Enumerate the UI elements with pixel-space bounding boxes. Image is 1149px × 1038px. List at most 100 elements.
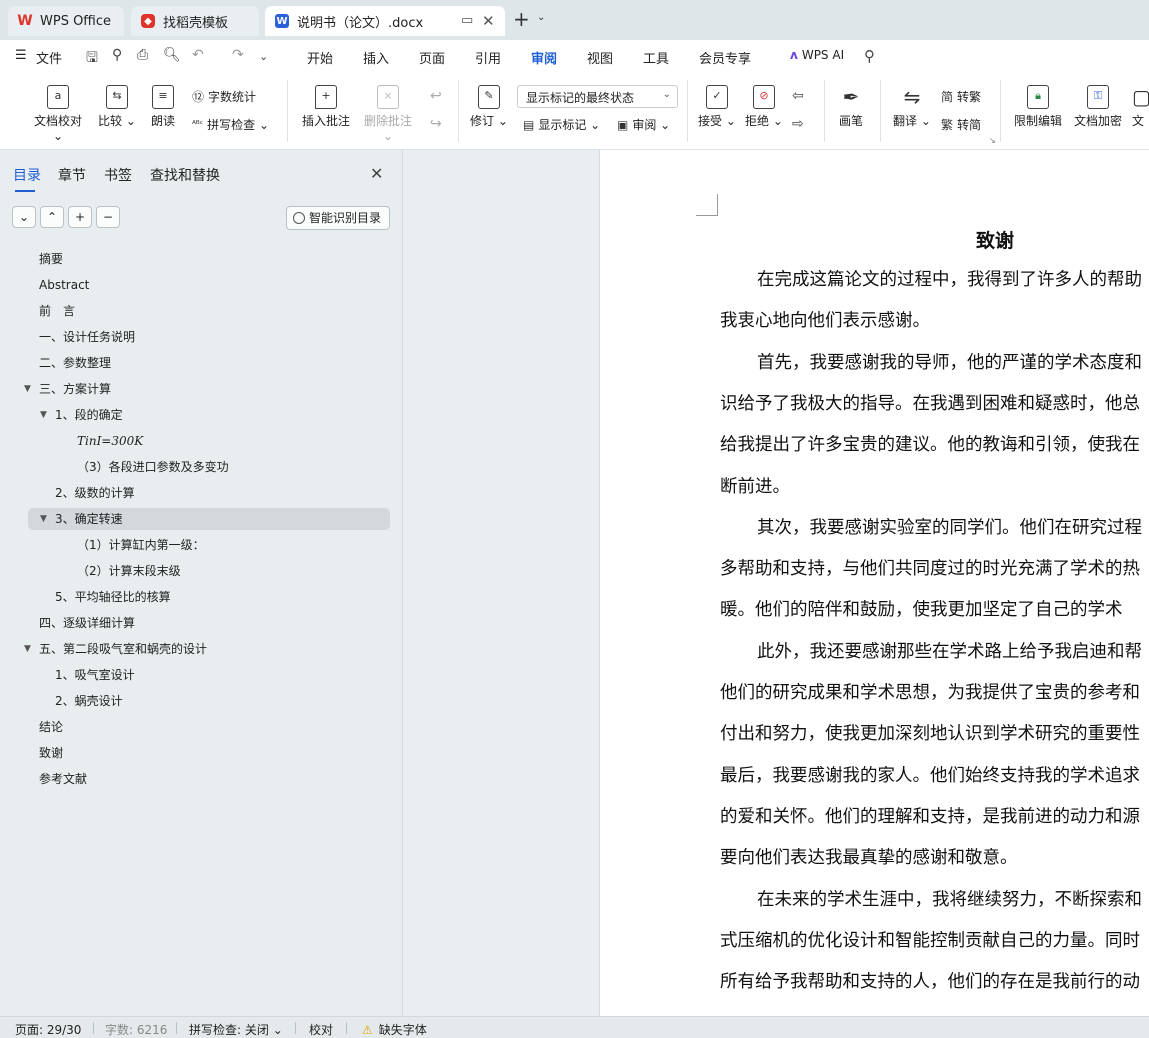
menu-home[interactable]: 开始	[307, 48, 333, 67]
nav-tab-toc[interactable]: 目录	[13, 165, 41, 192]
compare-button[interactable]: ⇆ 比较 ⌄	[98, 82, 136, 129]
word-count-button[interactable]: ⑫ 字数统计	[192, 88, 256, 105]
nav-tab-sections[interactable]: 章节	[58, 165, 86, 185]
read-aloud-button[interactable]: ≡ 朗读	[147, 82, 179, 129]
doc-proof-button[interactable]: a 文档校对 ⌄	[28, 82, 88, 143]
smart-toc-label: 智能识别目录	[309, 211, 382, 225]
reject-button[interactable]: ⊘ 拒绝 ⌄	[745, 82, 783, 129]
toc-item[interactable]: ▼ 三、方案计算	[0, 378, 403, 400]
smart-toc-button[interactable]: 智能识别目录	[286, 206, 390, 230]
expand-arrow-icon[interactable]: ▼	[40, 404, 47, 426]
pen-button[interactable]: ✒ 画笔	[836, 82, 866, 129]
menu-tools[interactable]: 工具	[643, 48, 669, 67]
word-doc-icon: W	[275, 14, 289, 28]
toc-item[interactable]: ▼ 3、确定转速	[28, 508, 390, 530]
spell-check-status[interactable]: 拼写检查: 关闭 ⌄	[189, 1021, 283, 1038]
toc-item[interactable]: 前 言	[0, 300, 403, 322]
toc-item-label: 5、平均轴径比的核算	[55, 590, 171, 604]
float-window-icon[interactable]: ▭	[461, 13, 473, 28]
translate-button[interactable]: ⇋ 翻译 ⌄	[893, 82, 931, 129]
toc-item[interactable]: 2、级数的计算	[0, 482, 403, 504]
add-heading-button[interactable]: +	[68, 206, 92, 228]
word-count-status[interactable]: 字数: 6216	[105, 1021, 167, 1038]
spell-check-button[interactable]: ᴬᴮᶜ 拼写检查 ⌄	[192, 116, 269, 133]
hamburger-icon[interactable]: ☰	[15, 48, 27, 63]
expand-arrow-icon[interactable]: ▼	[24, 378, 31, 400]
toc-item[interactable]: 参考文献	[0, 768, 403, 790]
document-page[interactable]: 致谢 在完成这篇论文的过程中，我得到了许多人的帮助 我衷心地向他们表示感谢。 首先，…	[599, 150, 1149, 1016]
menu-view[interactable]: 视图	[587, 48, 613, 67]
tab-template[interactable]: ◆ 找稻壳模板	[131, 6, 259, 36]
toc-item[interactable]: 一、设计任务说明	[0, 326, 403, 348]
previous-change-icon[interactable]: ⇦	[792, 88, 804, 104]
previous-comment-icon[interactable]: ↩	[430, 88, 442, 104]
collapse-up-button[interactable]: ⌃	[40, 206, 64, 228]
toc-item[interactable]: 2、蜗壳设计	[0, 690, 403, 712]
warning-icon: ⚠	[362, 1023, 373, 1037]
review-pane-button[interactable]: ▣ 审阅 ⌄	[617, 116, 670, 133]
close-tab-icon[interactable]: ✕	[482, 12, 495, 30]
toc-item[interactable]: Abstract	[0, 274, 403, 296]
chevron-down-icon[interactable]: ⌄	[259, 50, 268, 63]
toc-item[interactable]: 二、参数整理	[0, 352, 403, 374]
toc-item[interactable]: 摘要	[0, 248, 403, 270]
to-simplified-button[interactable]: 繁 转简	[941, 116, 981, 133]
show-markup-button[interactable]: ▤ 显示标记 ⌄	[523, 116, 600, 133]
wps-ai-button[interactable]: ᴧ WPS AI	[790, 48, 844, 62]
toc-item[interactable]: 5、平均轴径比的核算	[0, 586, 403, 608]
menu-membership[interactable]: 会员专享	[699, 48, 751, 67]
expand-arrow-icon[interactable]: ▼	[40, 508, 47, 530]
accept-button[interactable]: ✓ 接受 ⌄	[698, 82, 736, 129]
proof-status[interactable]: 校对	[309, 1021, 333, 1038]
nav-tab-bookmarks[interactable]: 书签	[104, 165, 132, 185]
more-button[interactable]: ▢ 文	[1132, 82, 1149, 129]
track-changes-button[interactable]: ✎ 修订 ⌄	[470, 82, 508, 129]
close-icon[interactable]: ✕	[370, 164, 383, 183]
tab-wps-office[interactable]: W WPS Office	[8, 6, 124, 36]
chevron-down-icon: ⌄	[272, 1023, 283, 1037]
print-icon[interactable]: ⎙	[137, 47, 148, 63]
menu-file[interactable]: 文件	[36, 48, 62, 67]
new-tab-icon[interactable]: +	[513, 9, 530, 29]
redo-icon[interactable]: ↷	[232, 47, 244, 63]
toc-item-label: 三、方案计算	[39, 382, 112, 396]
next-change-icon[interactable]: ⇨	[792, 116, 804, 132]
toc-item[interactable]: 结论	[0, 716, 403, 738]
menu-references[interactable]: 引用	[475, 48, 501, 67]
toc-item[interactable]: （1）计算缸内第一级：	[0, 534, 403, 556]
page-indicator[interactable]: 页面: 29/30	[15, 1021, 81, 1038]
nav-tab-find-replace[interactable]: 查找和替换	[150, 165, 220, 185]
expand-down-button[interactable]: ⌄	[12, 206, 36, 228]
undo-icon[interactable]: ↶	[192, 47, 204, 63]
print-preview-icon[interactable]: 🔍︎	[163, 47, 181, 63]
toc-item[interactable]: 致谢	[0, 742, 403, 764]
toc-item[interactable]: 1、吸气室设计	[0, 664, 403, 686]
toc-item[interactable]: （2）计算末段末级	[0, 560, 403, 582]
tab-document[interactable]: W 说明书（论文）.docx ▭ ✕	[265, 6, 505, 36]
menu-page[interactable]: 页面	[419, 48, 445, 67]
markup-state-select[interactable]: 显示标记的最终状态 ⌄	[517, 85, 678, 108]
toc-item[interactable]: TinI=300K	[0, 430, 403, 452]
next-comment-icon[interactable]: ↪	[430, 116, 442, 132]
comment-add-icon: +	[315, 85, 337, 109]
menu-insert[interactable]: 插入	[363, 48, 389, 67]
encrypt-button[interactable]: ⚿ 文档加密	[1071, 82, 1125, 129]
paragraph-line: 识给予了我极大的指导。在我遇到困难和疑惑时，他总	[720, 393, 1140, 414]
chevron-down-icon[interactable]: ⌄	[537, 12, 545, 23]
search-icon[interactable]: ⚲	[864, 47, 875, 65]
link-icon[interactable]: ⚲	[112, 47, 122, 63]
expand-arrow-icon[interactable]: ▼	[24, 638, 31, 660]
toc-item[interactable]: ▼ 1、段的确定	[0, 404, 403, 426]
insert-comment-button[interactable]: + 插入批注	[298, 82, 354, 129]
missing-font-status[interactable]: ⚠ 缺失字体	[362, 1021, 427, 1038]
restrict-edit-button[interactable]: 🔒︎ 限制编辑	[1011, 82, 1065, 129]
delete-comment-button[interactable]: × 删除批注 ⌄	[360, 82, 416, 143]
to-traditional-button[interactable]: 简 转繁	[941, 88, 981, 105]
remove-heading-button[interactable]: −	[96, 206, 120, 228]
toc-item[interactable]: ▼ 五、第二段吸气室和蜗壳的设计	[0, 638, 403, 660]
toc-item[interactable]: （3）各段进口参数及多变功	[0, 456, 403, 478]
toc-item[interactable]: 四、逐级详细计算	[0, 612, 403, 634]
expand-group-icon[interactable]: ↘	[989, 136, 996, 145]
menu-review[interactable]: 审阅	[531, 48, 557, 74]
save-icon[interactable]: 🖫	[86, 47, 98, 71]
